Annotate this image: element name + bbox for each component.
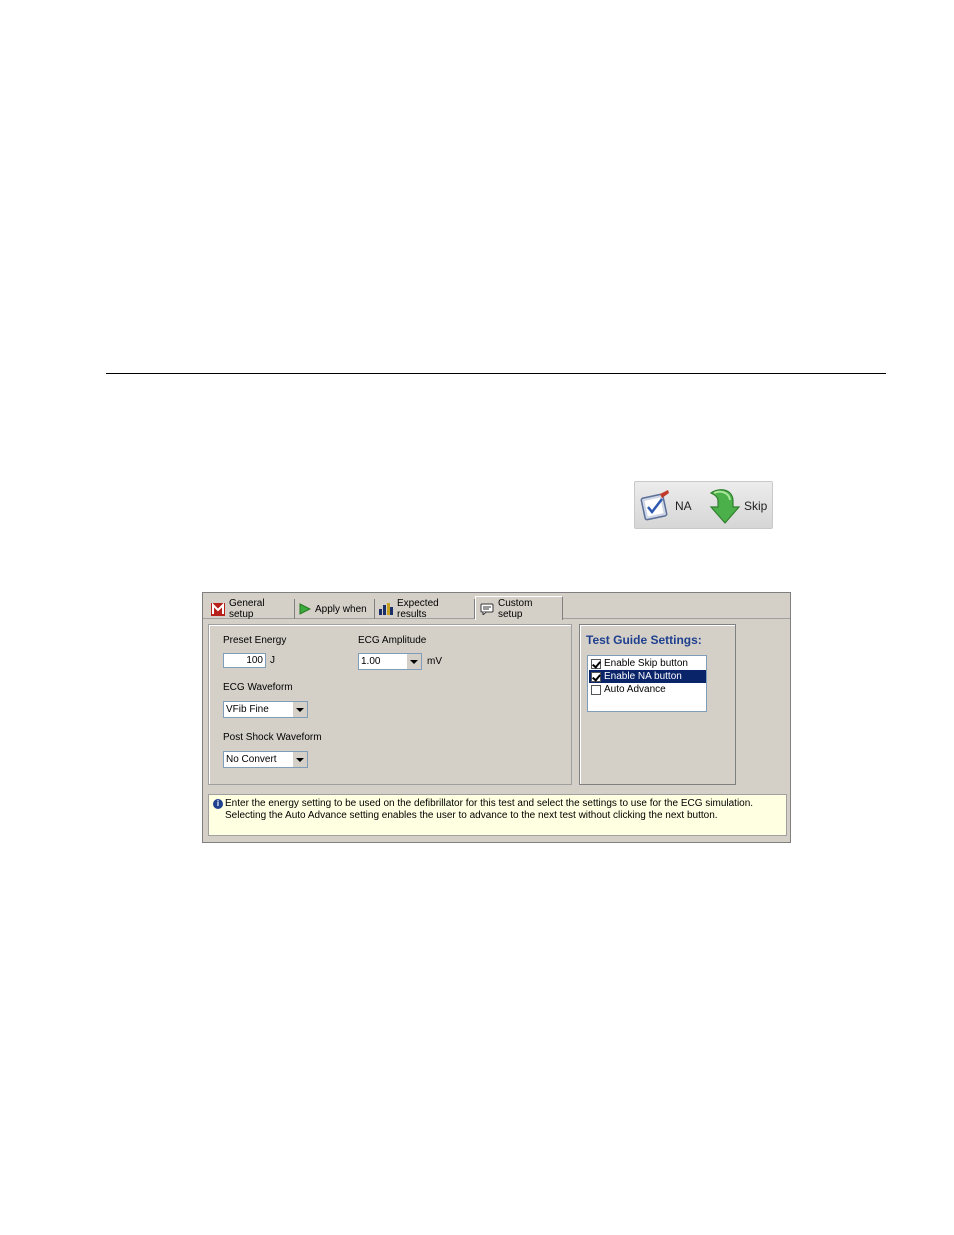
tab-bar: General setup Apply when Expected result… xyxy=(203,593,790,620)
post-shock-waveform-select[interactable]: No Convert xyxy=(223,751,308,768)
na-button[interactable]: NA xyxy=(638,482,692,530)
chat-bubble-icon xyxy=(480,603,494,615)
chevron-down-icon[interactable] xyxy=(292,702,307,717)
tab-general-setup[interactable]: General setup xyxy=(207,598,295,620)
preset-energy-input[interactable]: 100 xyxy=(223,653,266,668)
checkbox-label: Auto Advance xyxy=(604,684,666,695)
test-guide-settings-panel: Test Guide Settings: Enable Skip button … xyxy=(579,624,736,785)
checkbox-checked-icon[interactable] xyxy=(591,658,601,669)
test-guide-title: Test Guide Settings: xyxy=(586,633,702,647)
ecg-amplitude-select[interactable]: 1.00 xyxy=(358,653,422,670)
preset-energy-label: Preset Energy xyxy=(223,635,287,646)
tab-label: Custom setup xyxy=(498,597,533,620)
test-guide-checklist: Enable Skip button Enable NA button Auto… xyxy=(587,655,707,712)
ecg-amplitude-value: 1.00 xyxy=(361,656,381,667)
skip-button[interactable]: Skip xyxy=(705,482,767,530)
enable-na-checkbox[interactable]: Enable NA button xyxy=(589,670,706,683)
horizontal-rule xyxy=(106,373,886,374)
checkbox-label: Enable Skip button xyxy=(604,658,688,669)
chevron-down-icon[interactable] xyxy=(292,752,307,767)
tab-label: Expected results xyxy=(397,598,439,620)
post-shock-waveform-label: Post Shock Waveform xyxy=(223,732,322,743)
info-line-2: Selecting the Auto Advance setting enabl… xyxy=(225,810,718,821)
tab-custom-setup[interactable]: Custom setup xyxy=(475,596,563,620)
tab-apply-when[interactable]: Apply when xyxy=(295,599,375,619)
ecg-waveform-value: VFib Fine xyxy=(226,704,269,715)
ecg-waveform-select[interactable]: VFib Fine xyxy=(223,701,308,718)
m-logo-icon xyxy=(211,602,225,616)
play-arrow-icon xyxy=(299,603,311,615)
info-line-1: Enter the energy setting to be used on t… xyxy=(225,798,754,809)
preset-energy-unit: J xyxy=(270,655,275,666)
ecg-amplitude-label: ECG Amplitude xyxy=(358,635,427,646)
enable-skip-checkbox[interactable]: Enable Skip button xyxy=(589,657,706,670)
auto-advance-checkbox[interactable]: Auto Advance xyxy=(589,683,706,696)
clipboard-check-icon xyxy=(638,488,672,525)
info-message: i Enter the energy setting to be used on… xyxy=(208,794,787,836)
ecg-waveform-label: ECG Waveform xyxy=(223,682,293,693)
info-icon: i xyxy=(213,799,223,809)
checkbox-unchecked-icon[interactable] xyxy=(591,684,601,695)
skip-button-label: Skip xyxy=(744,499,768,513)
bar-chart-icon xyxy=(379,603,393,615)
tab-label: General setup xyxy=(229,598,265,620)
tab-label: Apply when xyxy=(315,603,367,615)
green-arrow-icon xyxy=(705,485,741,528)
na-button-label: NA xyxy=(675,499,692,513)
checkbox-checked-icon[interactable] xyxy=(591,671,601,682)
custom-settings-panel: Preset Energy 100 J ECG Amplitude 1.00 m… xyxy=(208,624,572,785)
chevron-down-icon[interactable] xyxy=(406,654,421,669)
custom-setup-dialog: General setup Apply when Expected result… xyxy=(202,592,791,843)
tab-expected-results[interactable]: Expected results xyxy=(375,598,475,620)
test-guide-toolbar: NA Skip xyxy=(634,481,773,529)
checkbox-label: Enable NA button xyxy=(604,671,682,682)
ecg-amplitude-unit: mV xyxy=(427,656,442,667)
post-shock-waveform-value: No Convert xyxy=(226,754,277,765)
